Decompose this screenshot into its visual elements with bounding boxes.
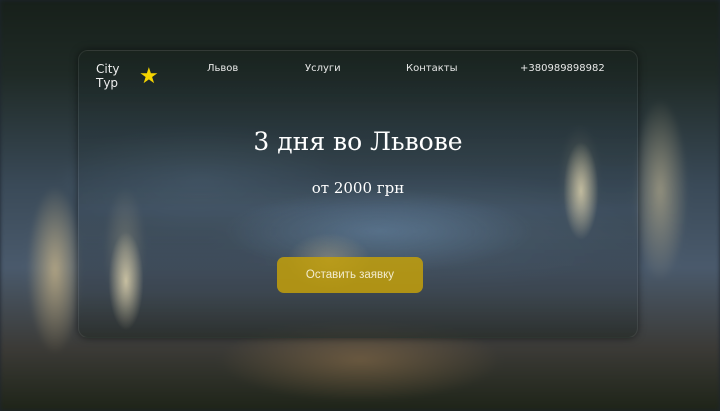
hero-card: City Тур ★ Львов Услуги Контакты +38098989… [78,50,638,338]
page-title: 3 дня во Львове [253,127,463,156]
nav-contacts[interactable]: Контакты [406,63,457,74]
nav-lviv[interactable]: Львов [207,63,238,74]
nav-services[interactable]: Услуги [305,63,341,74]
logo[interactable]: City Тур ★ [96,62,159,90]
star-icon: ★ [139,64,159,89]
price-text: от 2000 грн [311,179,405,197]
submit-request-button[interactable]: Оставить заявку [277,257,423,293]
logo-text-tur: Тур [96,76,119,90]
logo-text-city: City [96,62,120,76]
phone-link[interactable]: +380989898982 [520,63,605,74]
